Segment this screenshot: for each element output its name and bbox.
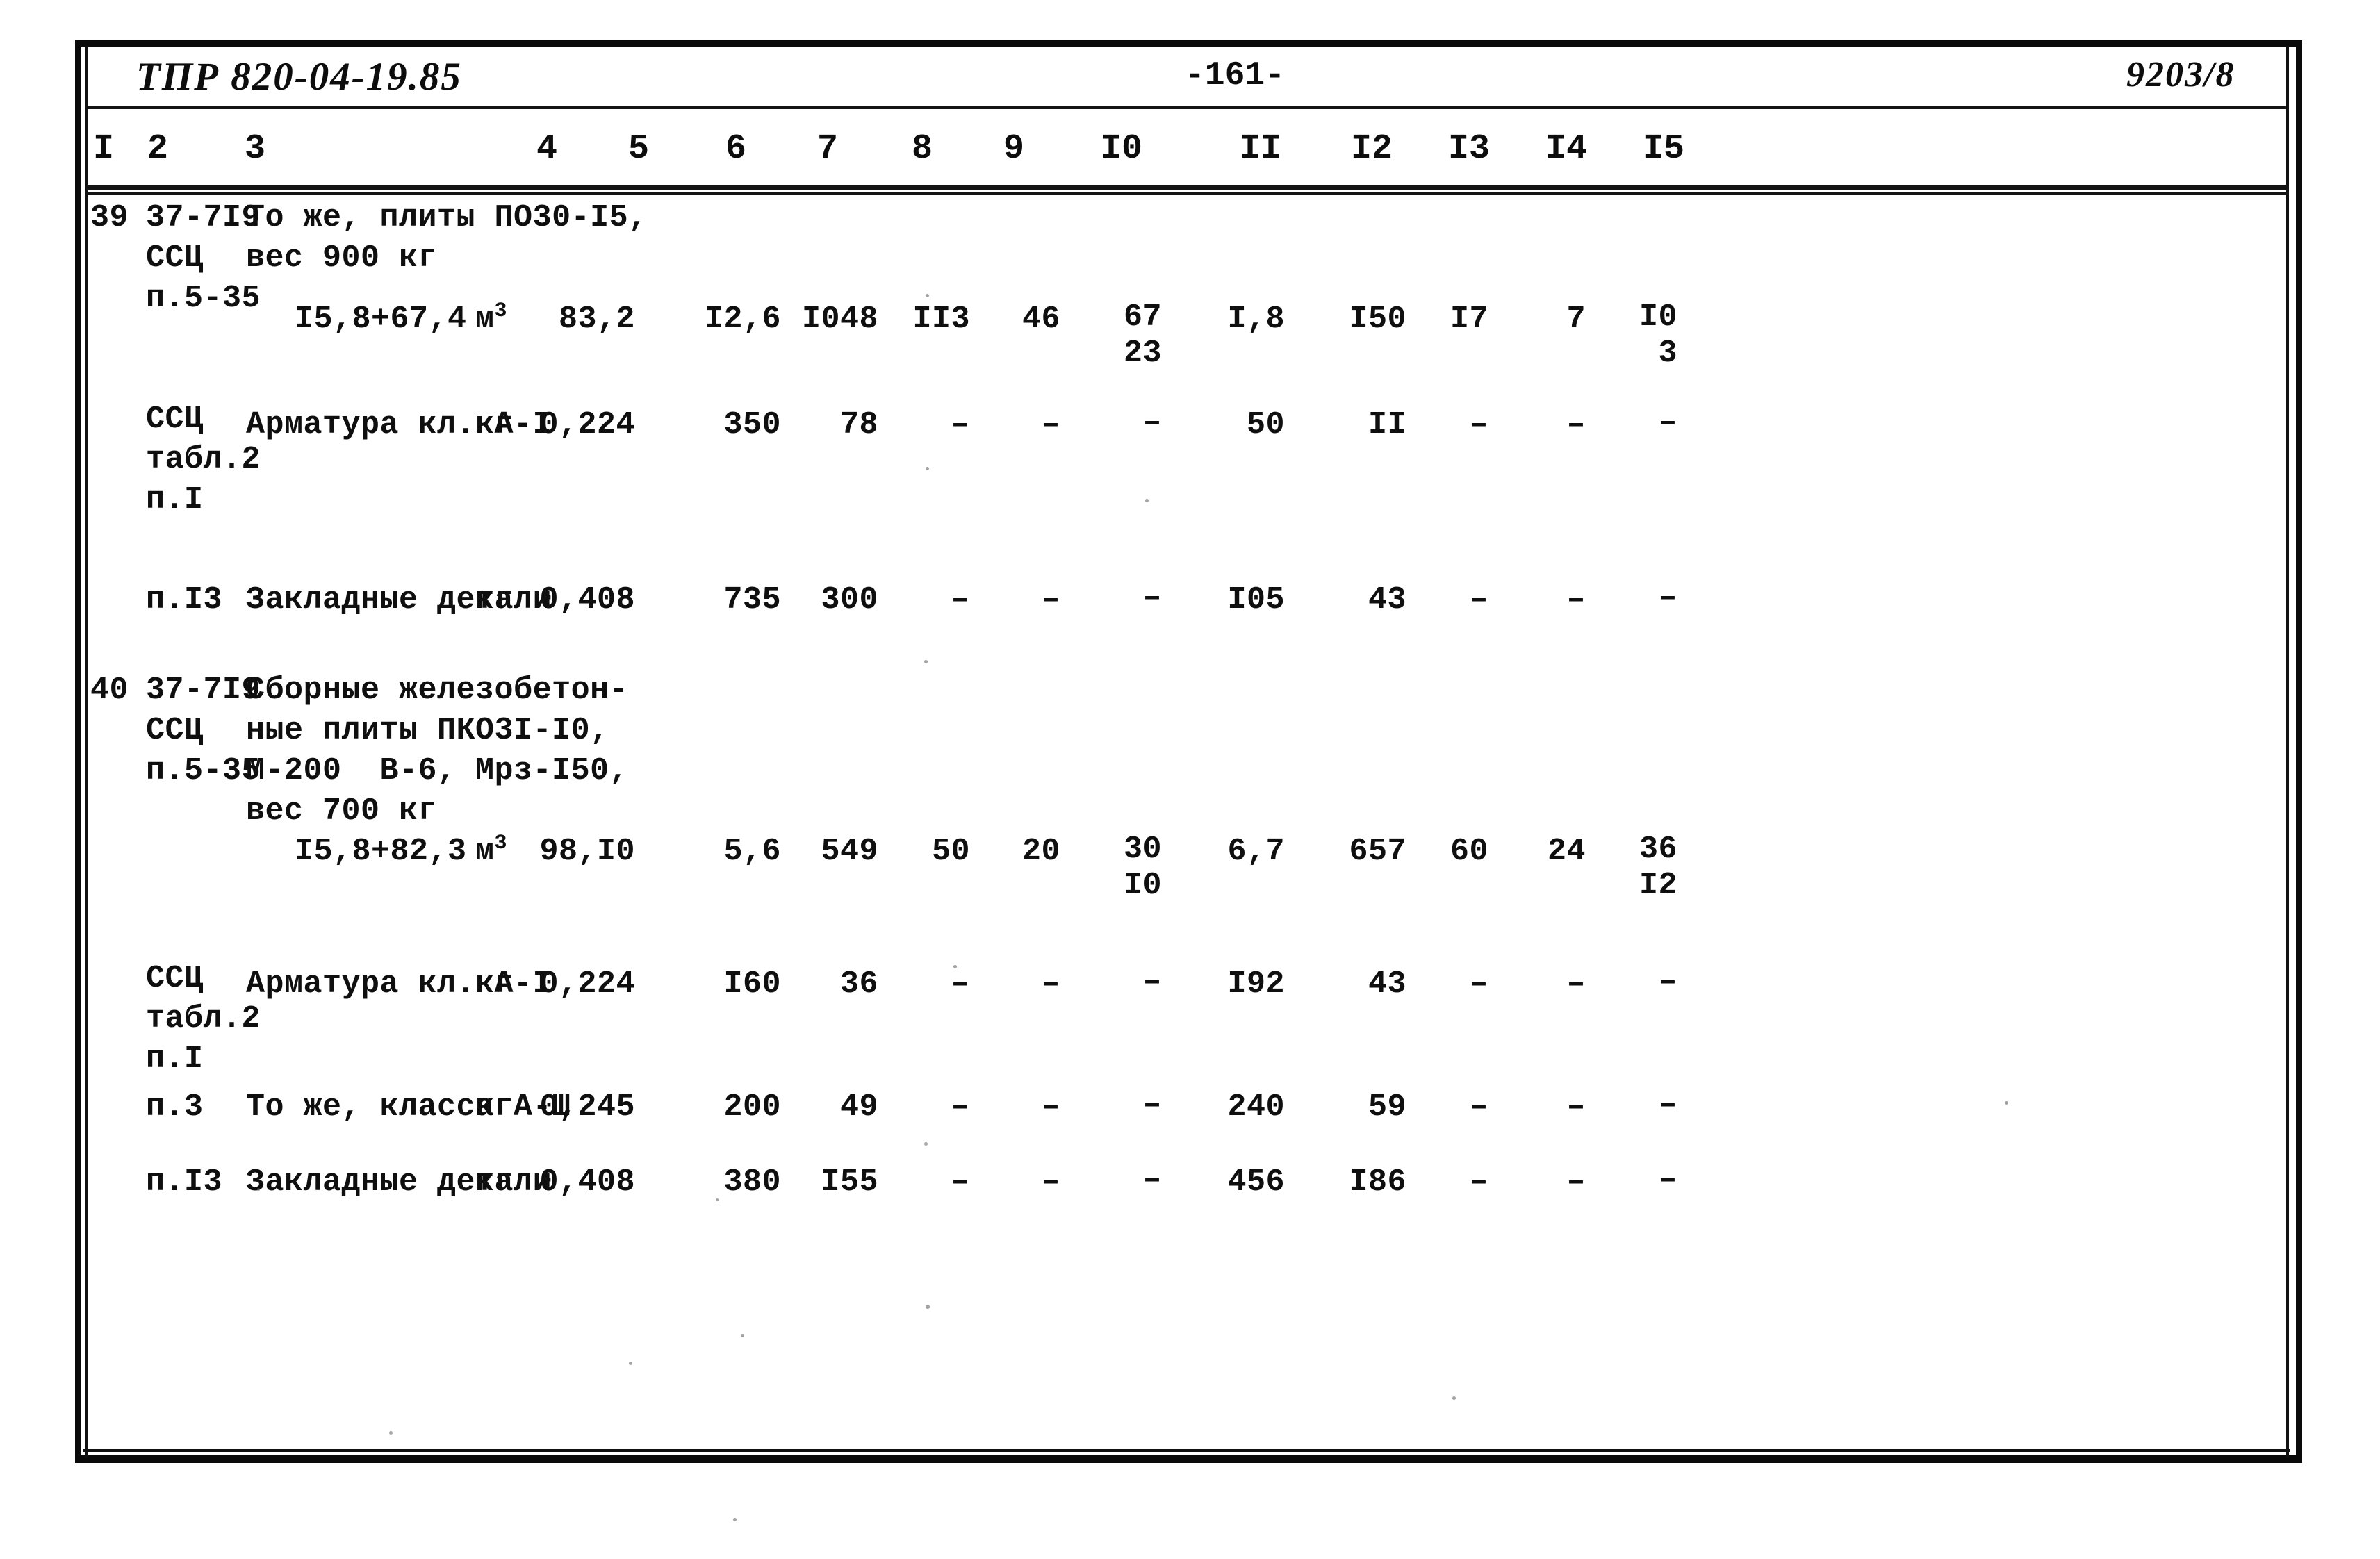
row-4-position-number: 40	[90, 673, 129, 708]
header-rule-top	[86, 106, 2289, 109]
scan-speck	[2005, 1101, 2008, 1105]
scan-speck	[926, 467, 929, 470]
page-number: -161-	[1185, 57, 1286, 94]
column-number-12: I2	[1351, 129, 1393, 169]
row-4-col-15: 36 I2	[1639, 832, 1677, 903]
row-2-col-15: –	[1658, 405, 1677, 440]
column-number-8: 8	[912, 129, 933, 169]
column-number-10: I0	[1101, 129, 1143, 169]
scan-speck	[926, 294, 929, 297]
scan-speck	[741, 1334, 744, 1337]
column-number-11: II	[1240, 129, 1282, 169]
scan-speck	[629, 1362, 632, 1365]
scan-speck	[257, 1188, 260, 1191]
column-number-5: 5	[628, 129, 650, 169]
row-1-description: То же, плиты ПО30-I5, вес 900 кг	[246, 200, 648, 276]
column-number-15: I5	[1643, 129, 1685, 169]
row-5-col-15: –	[1658, 964, 1677, 1000]
scan-speck	[926, 1305, 930, 1309]
column-number-2: 2	[147, 129, 169, 169]
column-number-row: I 2 3 4 5 6 7 8 9 I0 II I2 I3 I4 I5	[86, 129, 2289, 182]
row-1-col-15: I0 3	[1639, 299, 1677, 371]
column-number-1: I	[93, 129, 115, 169]
scan-speck	[924, 660, 928, 663]
column-number-3: 3	[245, 129, 266, 169]
row-6-col-15: –	[1658, 1087, 1677, 1123]
column-number-14: I4	[1545, 129, 1588, 169]
column-number-4: 4	[536, 129, 558, 169]
header-rule-bottom	[86, 185, 2289, 190]
column-number-7: 7	[817, 129, 839, 169]
row-4-description: Сборные железобетон- ные плиты ПКО3I-I0,…	[246, 673, 629, 829]
row-1-position-number: 39	[90, 200, 129, 236]
scan-speck	[953, 965, 957, 968]
document-code: ТПР 820-04-19.85	[136, 55, 462, 99]
scan-speck	[733, 1518, 737, 1521]
scanned-document-page: ТПР 820-04-19.85 -161- 9203/8 I2 3 4 5 6 7 8 9 I…	[0, 0, 2380, 1559]
scan-speck	[924, 1142, 928, 1146]
column-number-6: 6	[725, 129, 747, 169]
header-rule-bottom-thin	[86, 192, 2289, 195]
column-number-13: I3	[1448, 129, 1491, 169]
row-4-justification-code: 37-7I9 ССЦ п.5-35	[146, 673, 261, 789]
column-number-9: 9	[1003, 129, 1025, 169]
row-3-col-15: –	[1658, 580, 1677, 616]
scan-speck	[1452, 1396, 1456, 1400]
row-7-col-15: –	[1658, 1162, 1677, 1198]
scan-speck	[1145, 499, 1149, 502]
scan-speck	[389, 1431, 393, 1435]
scan-speck	[716, 1198, 719, 1201]
table-inner-bottom-rule	[83, 1449, 2290, 1452]
table-body: 39 37-7I9 ССЦ п.5-35 То же, плиты ПО30-I5,…	[86, 198, 2289, 1449]
archive-stamp: 9203/8	[2126, 55, 2235, 94]
